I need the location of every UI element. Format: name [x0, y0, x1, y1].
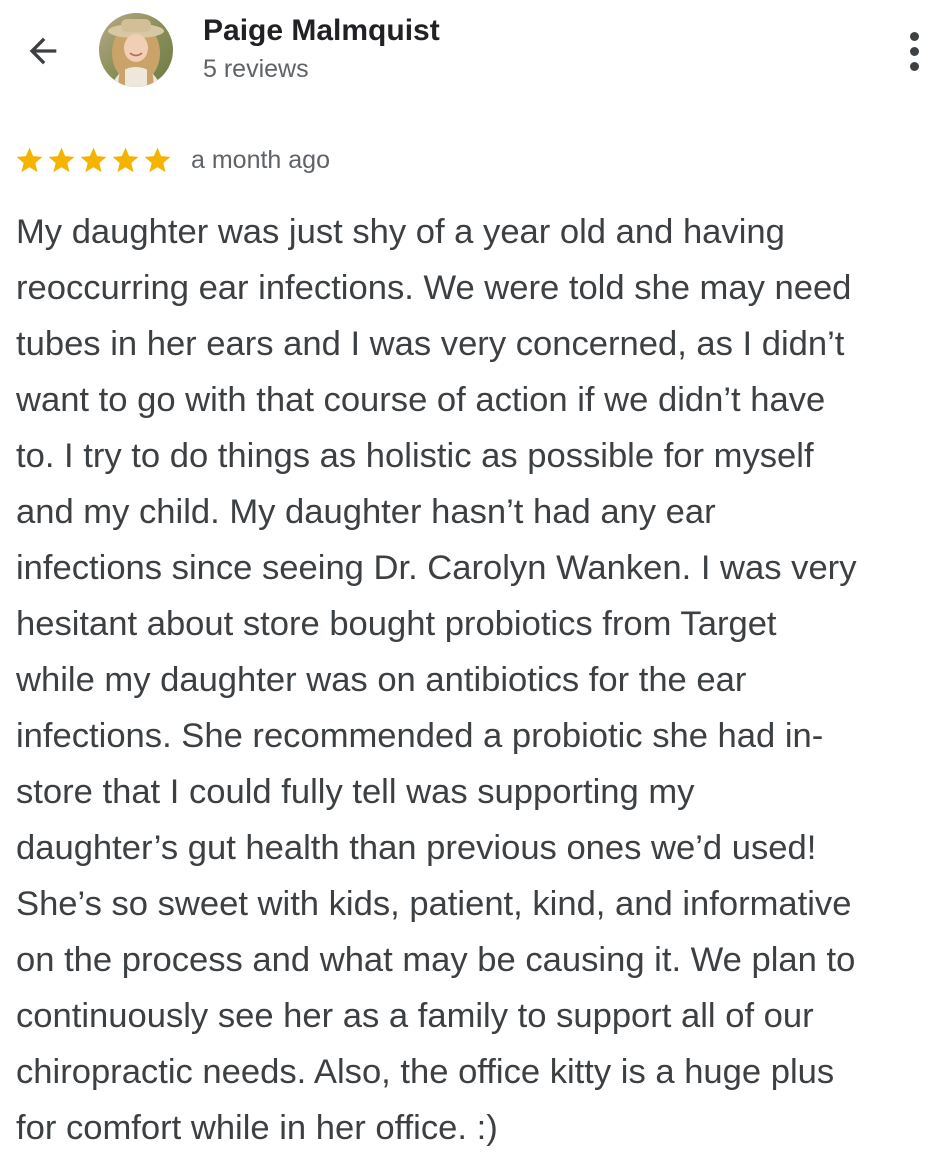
- star-icon: [144, 147, 171, 172]
- more-vert-icon: [909, 31, 919, 71]
- star-icon: [80, 147, 107, 172]
- star-icon: [48, 147, 75, 172]
- reviewer-avatar[interactable]: [99, 13, 173, 87]
- more-options-button[interactable]: [896, 28, 932, 74]
- review-text: My daughter was just shy of a year old a…: [16, 213, 857, 1147]
- star-icon: [112, 147, 139, 172]
- star-rating: [14, 145, 173, 176]
- avatar-photo: [99, 13, 173, 87]
- back-button[interactable]: [20, 28, 66, 74]
- arrow-back-icon: [29, 37, 57, 65]
- review-time: a month ago: [191, 145, 330, 174]
- review-count: 5 reviews: [203, 55, 309, 83]
- review-header: Paige Malmquist 5 reviews: [0, 0, 948, 110]
- rating-row: a month ago: [14, 141, 330, 179]
- star-icon: [16, 147, 43, 172]
- reviewer-name[interactable]: Paige Malmquist: [203, 14, 440, 48]
